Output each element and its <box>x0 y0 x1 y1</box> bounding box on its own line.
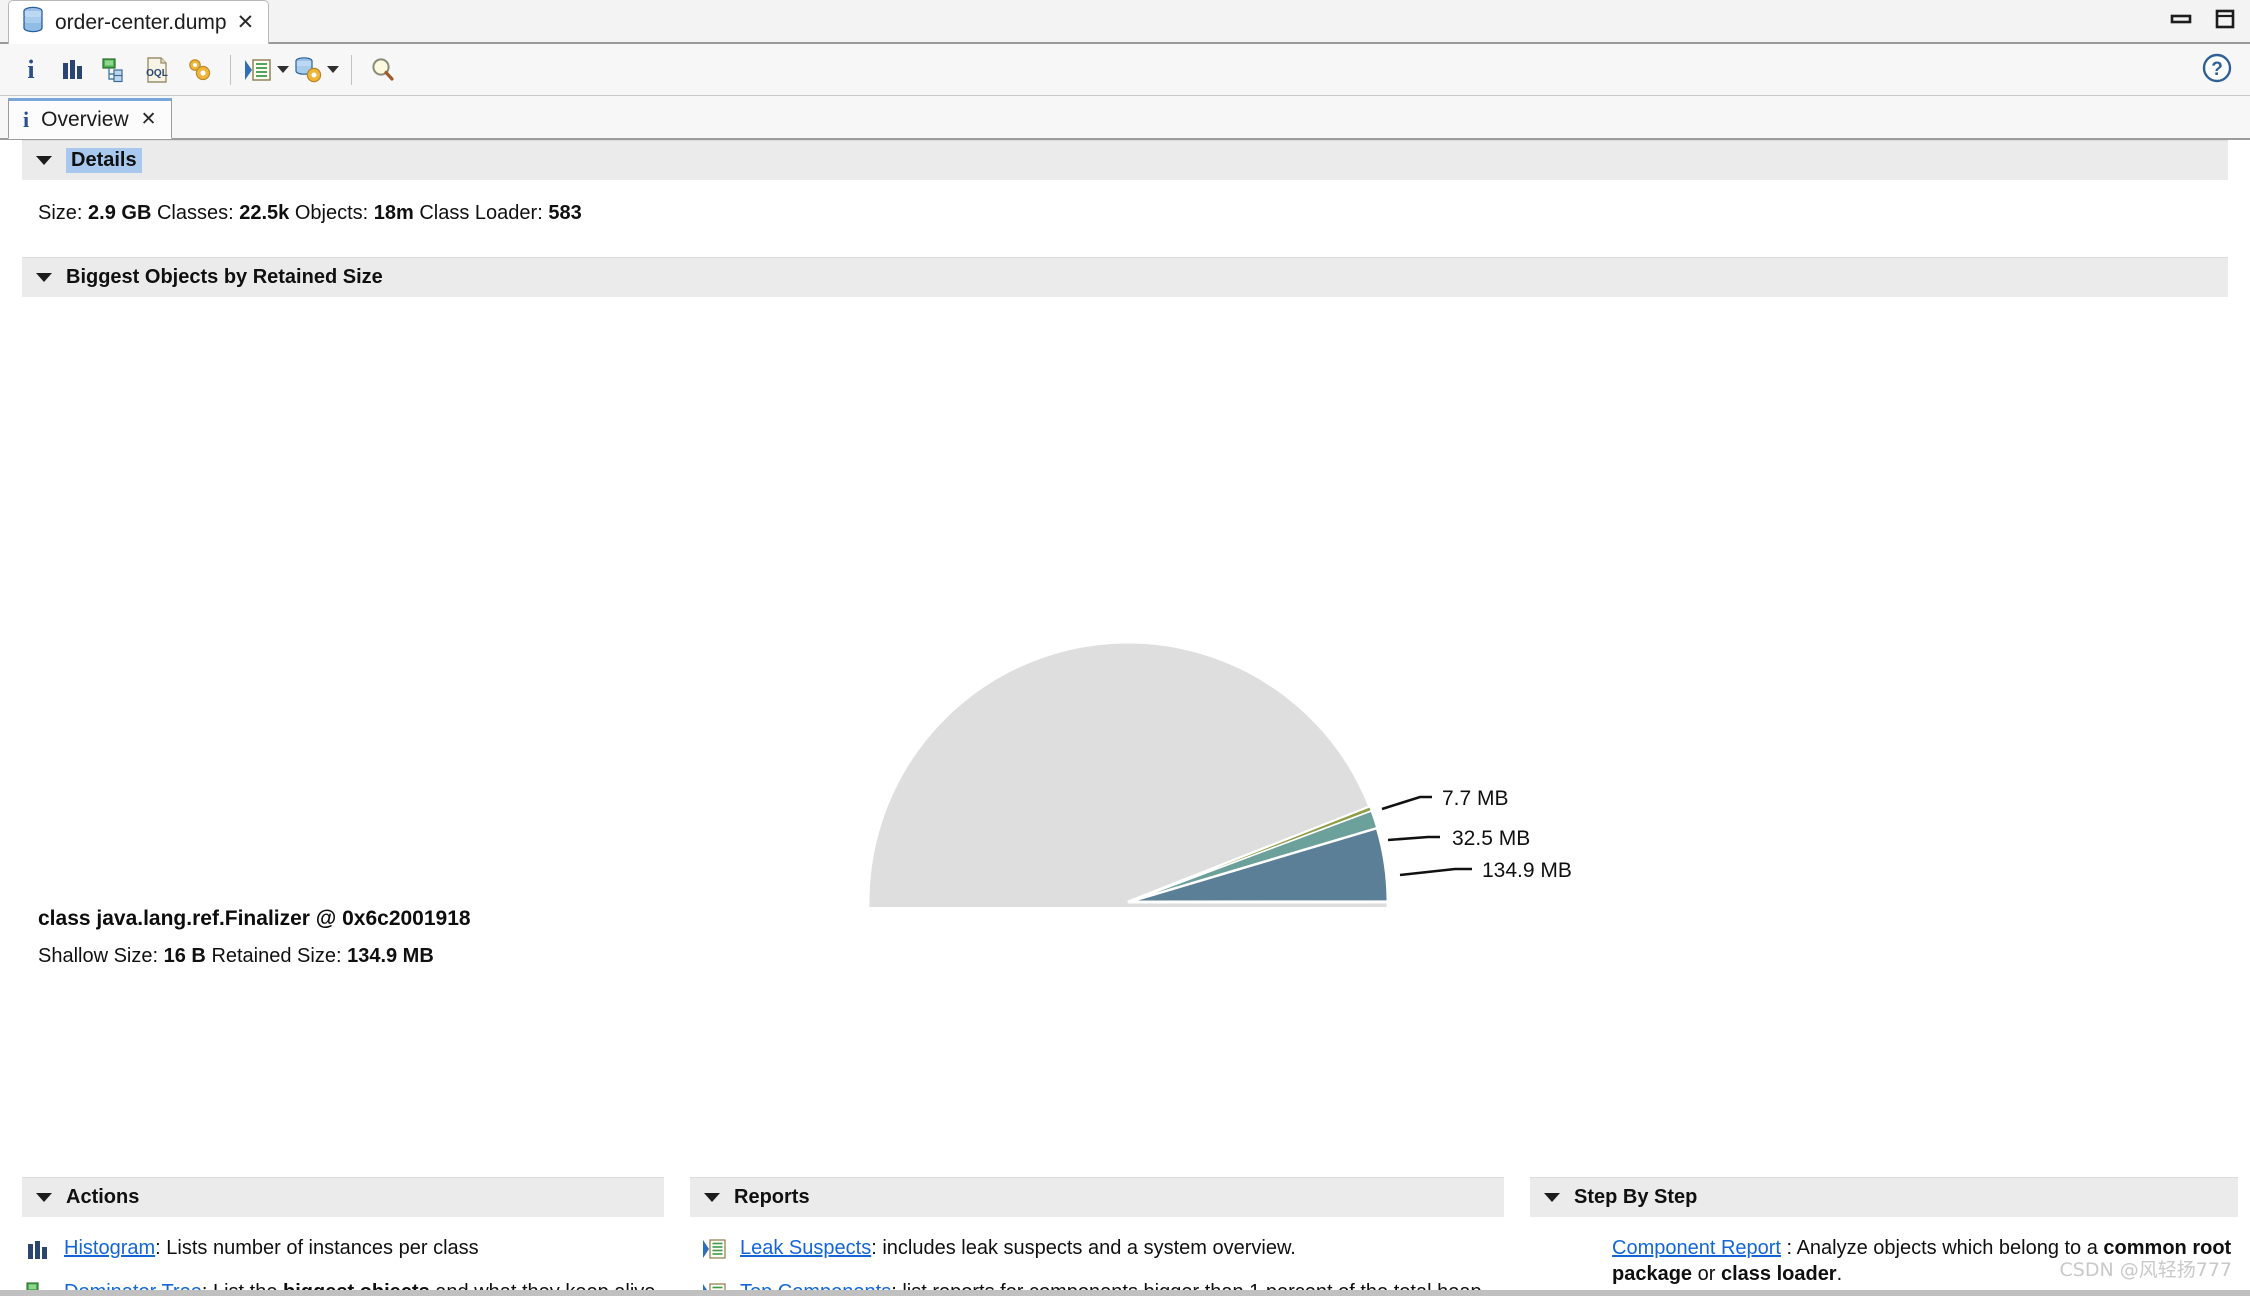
list-item: Histogram: Lists number of instances per… <box>26 1235 666 1267</box>
title-bar: order-center.dump ✕ <box>0 0 2250 44</box>
details-classloader-value: 583 <box>548 202 582 224</box>
toolbar-separator-1 <box>230 54 231 85</box>
dominator-tree-icon[interactable] <box>94 49 136 91</box>
section-header-step-by-step[interactable]: Step By Step <box>1530 1177 2238 1217</box>
details-size-label: Size: <box>38 202 83 224</box>
section-title-biggest-objects: Biggest Objects by Retained Size <box>66 266 383 288</box>
help-icon[interactable]: ? <box>2198 49 2236 92</box>
none <box>1574 1235 1600 1238</box>
window-tab-order-center-dump[interactable]: order-center.dump ✕ <box>8 0 270 44</box>
svg-text:?: ? <box>2211 59 2223 80</box>
details-summary-line: Size: 2.9 GB Classes: 22.5k Objects: 18m… <box>0 180 2250 225</box>
run-expert-system-icon[interactable] <box>241 49 291 91</box>
details-objects-label: Objects: <box>294 202 369 224</box>
close-icon[interactable]: ✕ <box>141 110 157 129</box>
details-objects-value: 18m <box>373 202 414 224</box>
description-text: includes leak suspects and a system over… <box>882 1237 1296 1259</box>
details-classloader-label: Class Loader: <box>419 202 543 224</box>
toolbar-separator-2 <box>351 54 352 85</box>
section-header-actions[interactable]: Actions <box>22 1177 664 1217</box>
details-classes-value: 22.5k <box>239 202 290 224</box>
pie-label-134-9-mb: 134.9 MB <box>1482 859 1572 882</box>
mat-window: order-center.dump ✕ i OQL ? i Overview ✕… <box>0 0 2250 1296</box>
collapse-triangle-icon[interactable] <box>1544 1193 1560 1202</box>
database-dump-icon <box>21 6 45 39</box>
link-component-report[interactable]: Component Report <box>1612 1237 1781 1259</box>
histogram-icon <box>26 1235 52 1267</box>
main-toolbar: i OQL ? <box>0 44 2250 96</box>
bottom-divider <box>0 1290 2250 1296</box>
actions-list: Histogram: Lists number of instances per… <box>0 1217 676 1296</box>
selected-class-sizes: Shallow Size: 16 B Retained Size: 134.9 … <box>38 945 2250 968</box>
section-title-actions: Actions <box>66 1186 140 1208</box>
separator: : <box>155 1237 167 1259</box>
tab-overview-label: Overview <box>41 107 129 131</box>
panel-actions: Actions Histogram: Lists number of insta… <box>0 1177 676 1296</box>
list-item-text: Histogram: Lists number of instances per… <box>64 1235 479 1261</box>
shallow-size-value: 16 B <box>163 945 206 967</box>
details-classes-label: Classes: <box>156 202 234 224</box>
selected-object-info: class java.lang.ref.Finalizer @ 0x6c2001… <box>0 907 2250 968</box>
calculate-retained-size-icon[interactable] <box>178 49 220 91</box>
panel-reports: Reports Leak Suspects: includes leak sus… <box>676 1177 1516 1296</box>
collapse-triangle-icon[interactable] <box>36 156 52 165</box>
chevron-down-icon[interactable] <box>327 66 339 73</box>
collapse-triangle-icon[interactable] <box>36 273 52 282</box>
section-header-details[interactable]: Details <box>22 140 2228 180</box>
section-header-reports[interactable]: Reports <box>690 1177 1504 1217</box>
selected-class-name: class java.lang.ref.Finalizer @ 0x6c2001… <box>38 907 471 930</box>
details-size-value: 2.9 GB <box>88 202 152 224</box>
overview-info-icon[interactable]: i <box>10 49 52 91</box>
retained-size-value: 134.9 MB <box>347 945 434 967</box>
description-text: Lists number of instances per class <box>166 1237 479 1259</box>
report-icon <box>702 1235 728 1267</box>
section-header-biggest-objects[interactable]: Biggest Objects by Retained Size <box>22 257 2228 297</box>
shallow-size-label: Shallow Size: <box>38 945 159 967</box>
description-text: or <box>1692 1263 1721 1286</box>
pie-label-32-5-mb: 32.5 MB <box>1452 827 1530 850</box>
chevron-down-icon[interactable] <box>277 66 289 73</box>
separator: : <box>871 1237 883 1259</box>
reports-list: Leak Suspects: includes leak suspects an… <box>676 1217 1516 1296</box>
retained-size-label: Retained Size: <box>211 945 342 967</box>
link-leak-suspects[interactable]: Leak Suspects <box>740 1237 871 1259</box>
section-title-step-by-step: Step By Step <box>1574 1186 1698 1208</box>
separator: : <box>1780 1237 1797 1259</box>
description-text: Analyze objects which belong to a <box>1796 1237 2104 1259</box>
minimize-icon[interactable] <box>2170 8 2192 35</box>
svg-text:OQL: OQL <box>146 68 168 79</box>
overview-page: Details Size: 2.9 GB Classes: 22.5k Obje… <box>0 140 2250 1296</box>
bottom-panels: Actions Histogram: Lists number of insta… <box>0 1177 2250 1296</box>
maximize-icon[interactable] <box>2214 8 2236 35</box>
find-icon[interactable] <box>362 49 404 91</box>
section-title-details: Details <box>66 148 142 173</box>
window-tab-label: order-center.dump <box>55 10 227 34</box>
histogram-icon[interactable] <box>52 49 94 91</box>
description-text: . <box>1836 1263 1843 1286</box>
section-title-reports: Reports <box>734 1186 810 1208</box>
link-histogram[interactable]: Histogram <box>64 1237 155 1259</box>
close-icon[interactable]: ✕ <box>237 12 255 33</box>
pie-label-7-7-mb: 7.7 MB <box>1442 787 1509 810</box>
query-browser-icon[interactable] <box>291 49 341 91</box>
tab-overview[interactable]: i Overview ✕ <box>8 98 172 139</box>
info-icon: i <box>23 106 30 132</box>
retained-size-pie-chart[interactable]: 7.7 MB 32.5 MB 134.9 MB 2.7 GB Total: 2.… <box>0 297 2250 907</box>
collapse-triangle-icon[interactable] <box>36 1193 52 1202</box>
collapse-triangle-icon[interactable] <box>704 1193 720 1202</box>
emphasis-text: class loader <box>1720 1263 1837 1286</box>
oql-icon[interactable]: OQL <box>136 49 178 91</box>
list-item-text: Leak Suspects: includes leak suspects an… <box>740 1235 1296 1261</box>
watermark: CSDN @风轻扬777 <box>2059 1259 2232 1281</box>
window-controls <box>2170 8 2236 35</box>
editor-tab-strip: i Overview ✕ <box>0 96 2250 140</box>
list-item: Leak Suspects: includes leak suspects an… <box>702 1235 1506 1267</box>
